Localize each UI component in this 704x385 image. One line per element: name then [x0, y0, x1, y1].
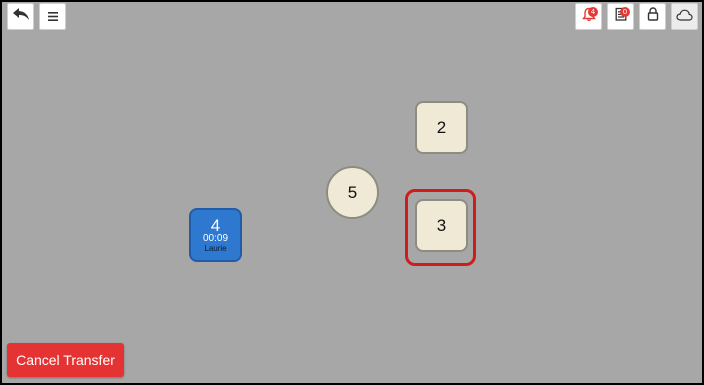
- table-5[interactable]: 5: [326, 166, 379, 219]
- table-3[interactable]: 3: [415, 199, 468, 252]
- cancel-transfer-button[interactable]: Cancel Transfer: [7, 343, 124, 377]
- table-number: 5: [347, 182, 358, 202]
- table-timer: 00:09: [202, 232, 229, 244]
- table-2[interactable]: 2: [415, 101, 468, 154]
- table-4[interactable]: 4 00:09 Laurie: [189, 208, 242, 262]
- notification-count-badge: 4: [588, 7, 598, 17]
- table-number: 4: [210, 215, 221, 235]
- orders-count-badge: 0: [620, 7, 630, 17]
- table-number: 3: [436, 215, 447, 235]
- back-arrow-icon: [12, 7, 30, 26]
- lock-button[interactable]: [639, 3, 666, 30]
- notifications-button[interactable]: 4: [575, 3, 602, 30]
- cloud-icon: [676, 8, 693, 26]
- hamburger-menu-icon: [47, 8, 58, 26]
- back-button[interactable]: [7, 3, 34, 30]
- orders-button[interactable]: 0: [607, 3, 634, 30]
- menu-button[interactable]: [39, 3, 66, 30]
- lock-icon: [647, 7, 659, 26]
- cloud-sync-button[interactable]: [671, 3, 698, 30]
- table-server-name: Laurie: [204, 243, 227, 253]
- table-number: 2: [436, 117, 447, 137]
